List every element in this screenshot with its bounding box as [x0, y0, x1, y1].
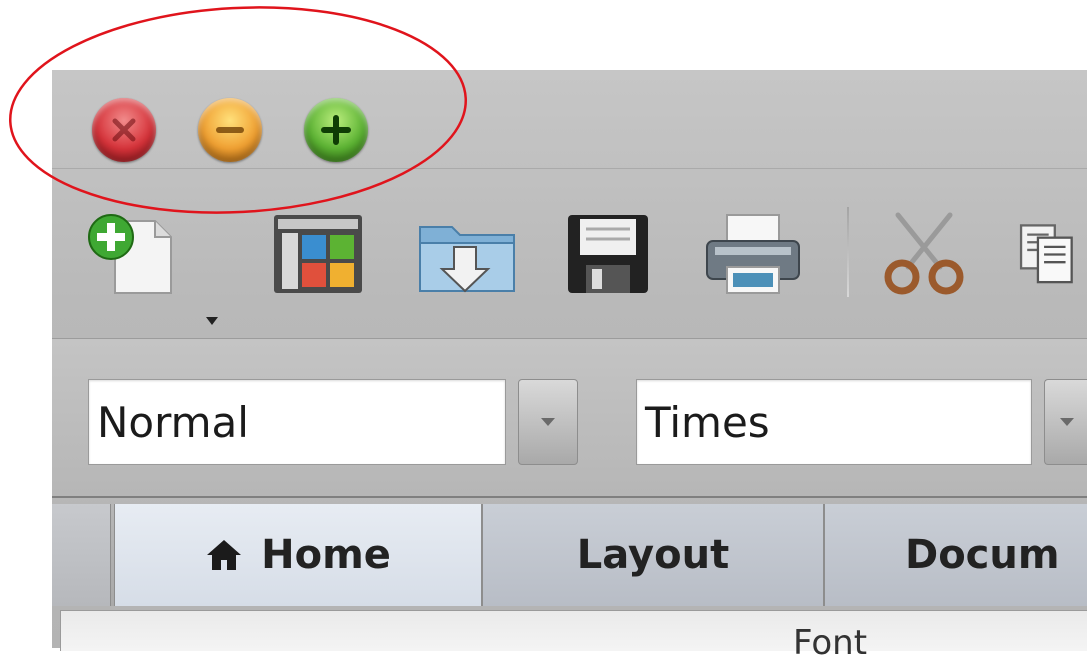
print-button[interactable] — [700, 211, 806, 295]
open-button[interactable] — [412, 211, 522, 295]
copy-icon — [1019, 224, 1073, 284]
new-document-button[interactable] — [80, 211, 190, 295]
zoom-button[interactable] — [304, 98, 368, 162]
font-field[interactable]: Times — [636, 379, 1032, 465]
gallery-icon — [274, 215, 362, 293]
style-field[interactable]: Normal — [88, 379, 506, 465]
style-dropdown-button[interactable] — [518, 379, 578, 465]
standard-toolbar — [52, 168, 1087, 337]
tab-document[interactable]: Docum — [824, 504, 1087, 606]
print-icon — [706, 214, 800, 294]
close-icon — [112, 118, 136, 142]
tab-layout[interactable]: Layout — [482, 504, 824, 606]
tab-layout-label: Layout — [576, 532, 730, 578]
copy-button[interactable] — [1018, 211, 1087, 295]
close-button[interactable] — [92, 98, 156, 162]
tab-home-label: Home — [261, 532, 391, 578]
toolbar-separator — [847, 207, 849, 297]
new-document-dropdown[interactable] — [206, 317, 218, 325]
formatting-toolbar: Normal Times — [52, 338, 1087, 497]
open-folder-icon — [419, 226, 515, 293]
save-icon — [568, 215, 648, 293]
cut-icon — [884, 212, 964, 295]
tab-home[interactable]: Home — [114, 504, 482, 606]
app-window: Normal Times Home Layout Docum Font — [52, 70, 1087, 663]
tab-gutter — [52, 504, 111, 606]
font-dropdown-button[interactable] — [1044, 379, 1087, 465]
ribbon-tabs: Home Layout Docum — [52, 496, 1087, 606]
tab-document-label: Docum — [905, 532, 1060, 578]
home-icon — [207, 540, 242, 570]
style-combo: Normal — [88, 379, 578, 465]
font-group-title: Font — [793, 623, 868, 663]
new-document-icon — [88, 214, 172, 294]
chevron-down-icon — [541, 418, 555, 426]
minimize-icon — [216, 127, 244, 133]
ribbon-body: Font — [60, 610, 1087, 663]
font-combo: Times — [636, 379, 1087, 465]
gallery-button[interactable] — [268, 211, 368, 295]
minimize-button[interactable] — [198, 98, 262, 162]
chevron-down-icon — [1059, 418, 1074, 426]
save-button[interactable] — [560, 211, 656, 295]
zoom-icon — [321, 115, 351, 145]
cut-button[interactable] — [874, 211, 974, 295]
